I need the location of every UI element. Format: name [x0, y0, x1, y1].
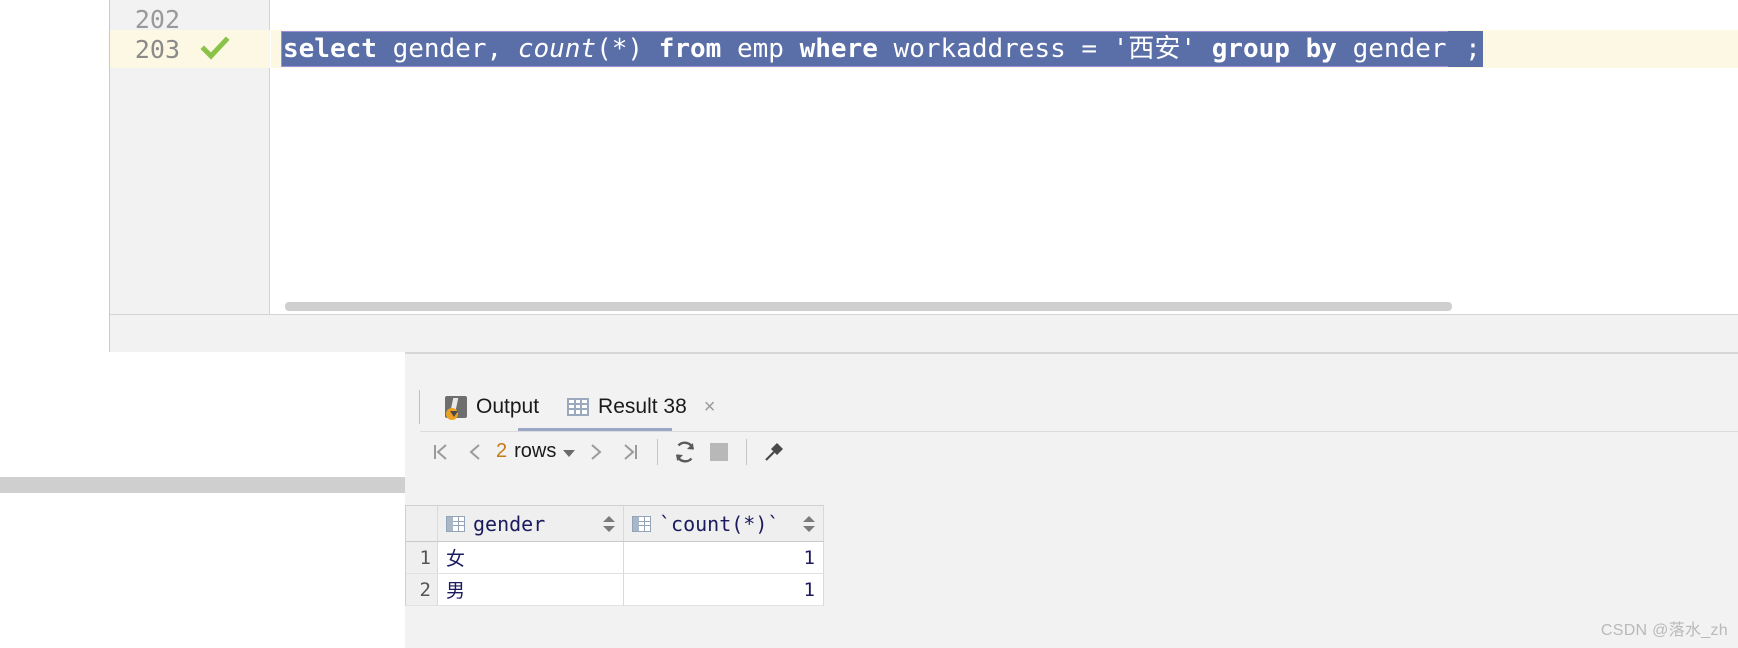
cell-gender[interactable]: 男	[438, 574, 624, 605]
sql-token-table: emp	[721, 34, 800, 64]
result-grid[interactable]: gender `count(*)` 1 女 1 2 男 1	[405, 505, 824, 606]
sql-token-columns: gender,	[376, 34, 518, 64]
grid-icon	[567, 398, 590, 416]
output-icon	[445, 396, 467, 420]
cell-count[interactable]: 1	[624, 574, 824, 605]
grid-corner-cell	[406, 506, 438, 541]
editor-left-edge	[0, 0, 110, 352]
pin-icon[interactable]	[757, 435, 791, 469]
toolbar-separator-2	[746, 438, 748, 465]
cell-gender[interactable]: 女	[438, 542, 624, 573]
first-page-button[interactable]	[424, 435, 458, 469]
row-number: 1	[406, 542, 438, 573]
check-icon[interactable]	[200, 34, 230, 64]
stop-icon[interactable]	[702, 435, 736, 469]
sql-token-groupby: group by	[1211, 34, 1337, 64]
sql-token-select: select	[283, 34, 377, 64]
column-header-count[interactable]: `count(*)`	[624, 506, 824, 541]
close-icon[interactable]: ×	[704, 397, 716, 417]
gutter-line-203: 203	[110, 30, 270, 68]
app-root: 202 203 select gender, count (*) from emp…	[0, 0, 1738, 648]
sql-token-from: from	[658, 34, 722, 64]
table-row[interactable]: 2 男 1	[406, 574, 824, 606]
row-count-selector[interactable]: 2 rows	[492, 440, 579, 463]
table-row[interactable]: 1 女 1	[406, 542, 824, 574]
row-count-unit: rows	[514, 440, 557, 462]
left-panel-area	[0, 352, 405, 648]
tab-output[interactable]: Output	[431, 386, 553, 428]
grid-header-row: gender `count(*)`	[406, 506, 824, 542]
next-page-button[interactable]	[579, 435, 613, 469]
prev-page-button[interactable]	[458, 435, 492, 469]
code-area[interactable]: select gender, count (*) from emp where w…	[271, 0, 1738, 314]
column-header-gender[interactable]: gender	[438, 506, 624, 541]
row-count-value: 2	[496, 440, 508, 462]
editor-gutter[interactable]: 202 203	[110, 0, 270, 314]
watermark: CSDN @落水_zh	[1600, 622, 1728, 639]
tab-output-label: Output	[476, 395, 540, 418]
sql-token-star: (*)	[596, 34, 659, 64]
line-number: 203	[134, 34, 180, 64]
sql-editor[interactable]: 202 203 select gender, count (*) from emp…	[0, 0, 1738, 352]
column-icon	[446, 515, 465, 532]
toolbar-separator-1	[657, 438, 659, 465]
sql-token-space	[1196, 31, 1212, 67]
editor-hscrollbar-thumb[interactable]	[285, 302, 1452, 311]
tab-result-label: Result 38	[598, 395, 687, 418]
chevron-down-icon[interactable]	[563, 449, 576, 457]
results-tab-bar: Output Result 38 ×	[405, 386, 1738, 428]
column-header-label: gender	[473, 511, 546, 536]
sql-token-where: where	[799, 34, 878, 64]
editor-bottom-strip	[110, 314, 1738, 352]
sql-token-string-literal: '西安'	[1112, 34, 1197, 64]
sql-selection[interactable]: select gender, count (*) from emp where w…	[281, 31, 1448, 67]
sql-statement[interactable]: select gender, count (*) from emp where w…	[281, 31, 1483, 67]
sort-toggle-icon[interactable]	[803, 515, 815, 533]
code-line-empty	[271, 0, 1738, 30]
column-icon	[632, 515, 651, 532]
row-number: 2	[406, 574, 438, 605]
sql-statement-terminator: ;	[1447, 31, 1483, 67]
sql-token-groupcol: gender	[1336, 34, 1447, 64]
tab-result-38[interactable]: Result 38 ×	[553, 386, 729, 428]
left-panel-scrollbar[interactable]	[0, 477, 405, 493]
results-toolbar: 2 rows	[420, 431, 1738, 471]
last-page-button[interactable]	[613, 435, 647, 469]
refresh-icon[interactable]	[668, 435, 702, 469]
sort-toggle-icon[interactable]	[603, 515, 615, 533]
cell-count[interactable]: 1	[624, 542, 824, 573]
results-panel-top-border	[405, 352, 1738, 354]
sql-token-condition: workaddress =	[877, 34, 1113, 64]
sql-token-count: count	[517, 34, 597, 64]
column-header-label: `count(*)`	[659, 511, 780, 536]
